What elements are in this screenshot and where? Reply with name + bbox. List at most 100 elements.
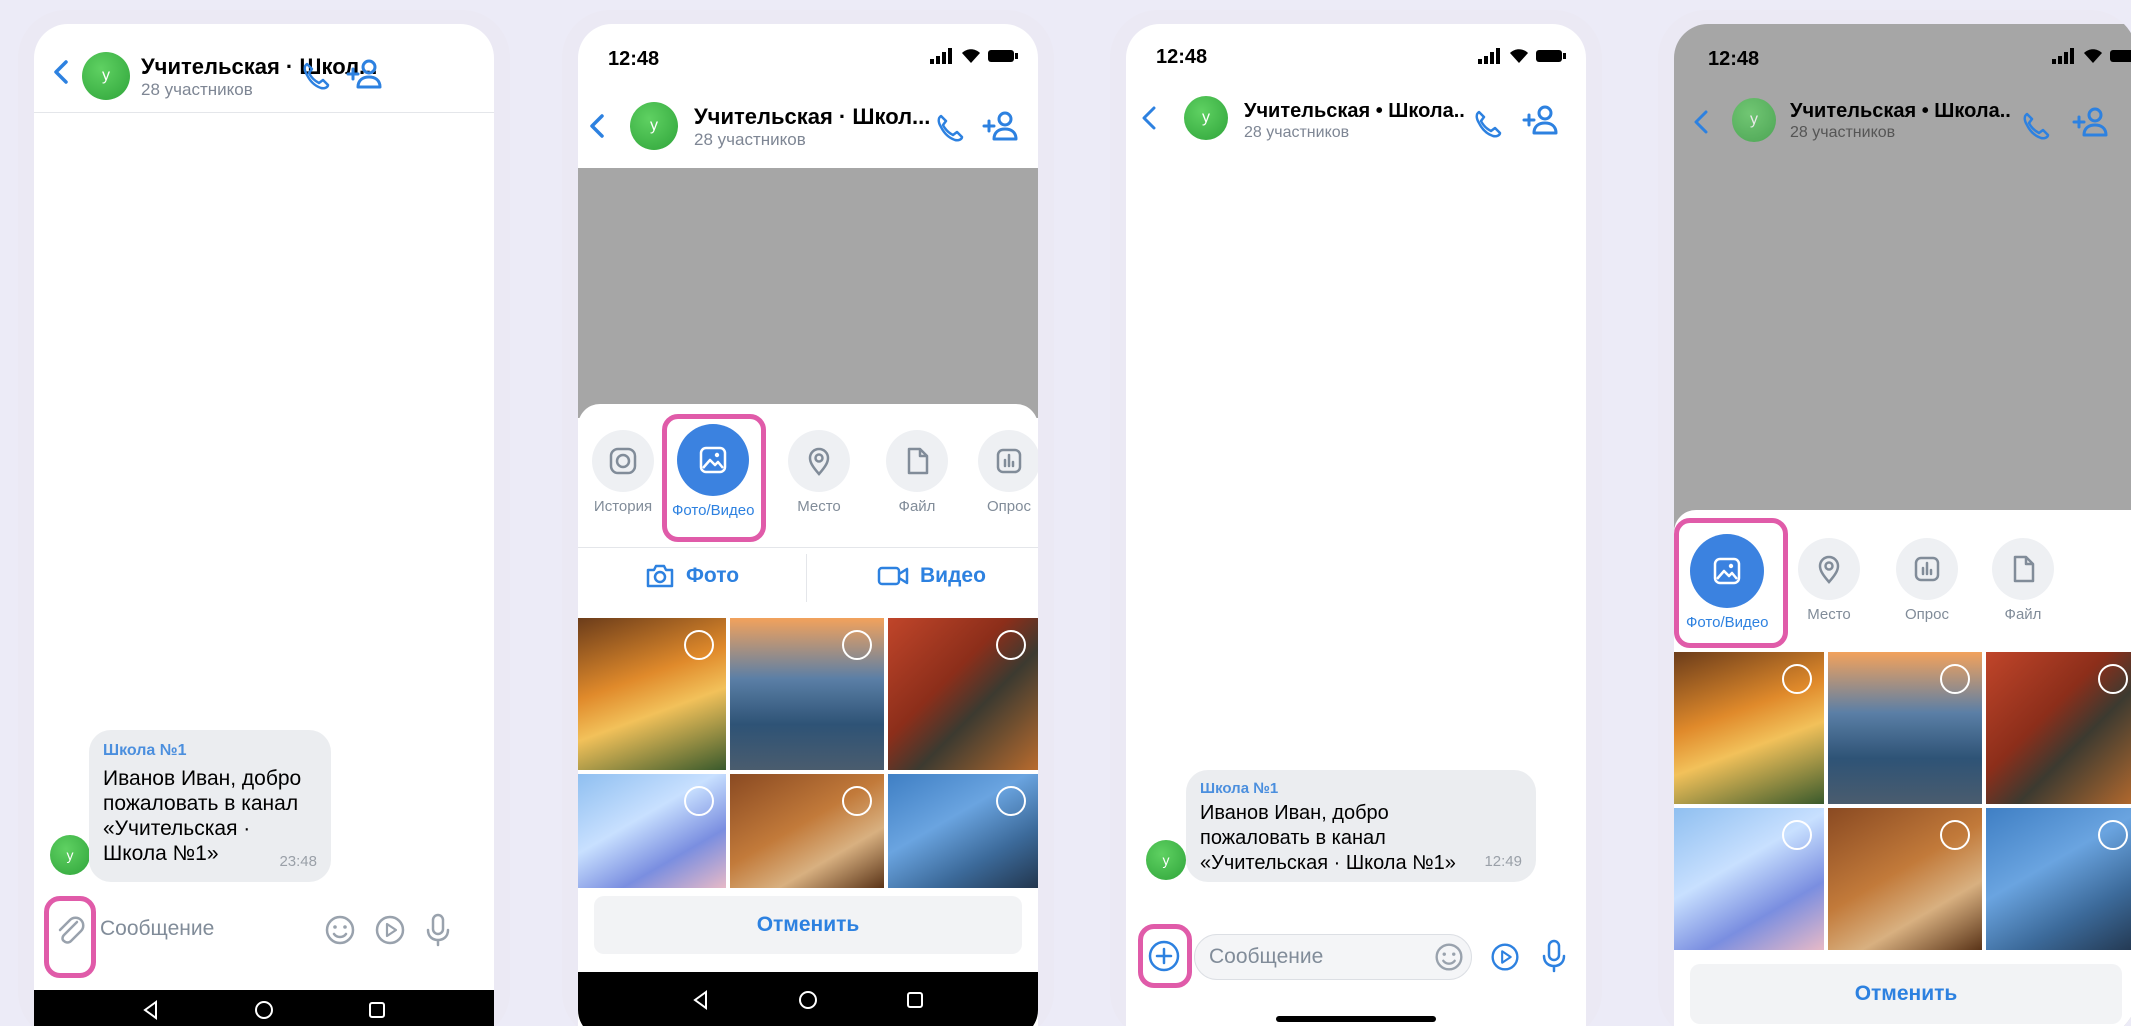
message-sender: Школа №1 (103, 742, 187, 759)
phone-call-icon[interactable] (2016, 106, 2056, 146)
screen-attach-android: 12:48 у Учительская · Школ... 28 участни… (578, 24, 1038, 1026)
camera-icon (646, 564, 674, 588)
back-arrow-icon[interactable] (1682, 102, 1722, 142)
back-arrow-icon[interactable] (42, 52, 82, 92)
sender-avatar[interactable]: у (1146, 840, 1186, 880)
highlight-photo-video (1674, 518, 1788, 648)
wifi-icon (1510, 49, 1528, 63)
phone-call-icon[interactable] (930, 108, 970, 148)
photo-lensball[interactable] (1828, 652, 1982, 804)
nav-home-icon[interactable] (252, 998, 276, 1022)
nav-recents-icon[interactable] (365, 998, 389, 1022)
photo-cat-newspaper[interactable] (730, 774, 884, 888)
attach-label: Место (797, 498, 841, 515)
attach-location[interactable]: Место (1798, 538, 1860, 623)
chat-subtitle: 28 участников (1244, 124, 1350, 141)
screen-chat-android: у Учительская · Школ... 28 участников у … (34, 24, 494, 1026)
wifi-icon (2084, 49, 2102, 63)
chat-subtitle: 28 участников (141, 80, 253, 99)
attach-sheet: История Фото/Видео Место Файл Опрос Фото… (578, 404, 1038, 1026)
attach-file[interactable]: Файл (886, 430, 948, 515)
attach-file[interactable]: Файл (1992, 538, 2054, 623)
chat-avatar[interactable]: у (630, 102, 678, 150)
chat-title[interactable]: Учительская · Школ... (694, 104, 930, 130)
add-member-icon[interactable] (2070, 102, 2110, 142)
message-input[interactable]: Сообщение (1209, 945, 1323, 969)
chat-title[interactable]: Учительская • Школа.. (1244, 100, 1465, 123)
back-arrow-icon[interactable] (578, 106, 618, 146)
video-message-icon[interactable] (370, 910, 410, 950)
phone-call-icon[interactable] (296, 56, 336, 96)
photo-grid (578, 618, 1038, 888)
photo-cat-newspaper[interactable] (1828, 808, 1982, 950)
chat-title[interactable]: Учительская · Школ... (141, 54, 377, 80)
location-icon (1818, 555, 1840, 584)
nav-back-icon[interactable] (139, 998, 163, 1022)
android-nav-bar (34, 990, 494, 1026)
nav-back-icon[interactable] (689, 988, 713, 1012)
message-bubble[interactable]: Школа №1 Иванов Иван, добро пожаловать в… (1186, 770, 1536, 882)
wifi-icon (962, 49, 980, 63)
message-bubble[interactable]: Школа №1 Иванов Иван, добро пожаловать в… (89, 730, 331, 882)
back-arrow-icon[interactable] (1130, 98, 1170, 138)
photo-lensball[interactable] (730, 618, 884, 770)
emoji-icon[interactable] (320, 910, 360, 950)
add-member-icon[interactable] (1520, 100, 1560, 140)
phone-frame-3: 12:48 у Учительская • Школа.. 28 участни… (1110, 10, 1602, 1026)
attach-sheet: Фото/Видео Место Опрос Файл Отменить (1674, 510, 2131, 1026)
highlight-plus (1138, 924, 1192, 988)
video-message-icon[interactable] (1486, 938, 1524, 976)
attach-label: Файл (898, 498, 936, 515)
microphone-icon[interactable] (418, 908, 458, 950)
screen-attach-ios: 12:48 у Учительская • Школа.. 28 участни… (1674, 24, 2131, 1026)
phone-call-icon[interactable] (1468, 104, 1508, 144)
attach-label: Опрос (987, 498, 1031, 515)
cancel-button[interactable]: Отменить (1690, 964, 2122, 1024)
photo-grid (1674, 652, 2131, 950)
dimmed-chat-overlay[interactable] (578, 168, 1038, 418)
add-member-icon[interactable] (980, 106, 1020, 146)
photo-puss-in-boots[interactable] (1674, 652, 1824, 804)
photo-autumn-coffee[interactable] (1986, 652, 2131, 804)
attach-stories[interactable]: История (592, 430, 654, 515)
chat-avatar[interactable]: у (82, 52, 130, 100)
message-text: Иванов Иван, добро пожаловать в канал «У… (103, 767, 302, 865)
chat-title[interactable]: Учительская • Школа.. (1790, 100, 2011, 123)
battery-icon (1536, 50, 1566, 62)
message-time: 23:48 (279, 853, 317, 870)
photo-frog-pilot[interactable] (888, 774, 1038, 888)
file-icon (2013, 555, 2035, 583)
tab-video[interactable]: Видео (876, 562, 986, 590)
message-input[interactable]: Сообщение (100, 917, 214, 941)
signal-icon (2052, 48, 2074, 64)
message-time: 12:49 (1484, 853, 1522, 870)
battery-icon (988, 50, 1018, 62)
tab-photo[interactable]: Фото (644, 562, 739, 590)
nav-recents-icon[interactable] (903, 988, 927, 1012)
phone-frame-4: 12:48 у Учительская • Школа.. 28 участни… (1658, 10, 2131, 1026)
attach-poll[interactable]: Опрос (1896, 538, 1958, 623)
cancel-button[interactable]: Отменить (594, 896, 1022, 954)
photo-frog-pilot[interactable] (1986, 808, 2131, 950)
photo-anime-girl[interactable] (1674, 808, 1824, 950)
microphone-icon[interactable] (1534, 934, 1574, 976)
attach-location[interactable]: Место (788, 430, 850, 515)
home-indicator[interactable] (1276, 1016, 1436, 1022)
emoji-icon[interactable] (1430, 938, 1468, 976)
chat-avatar[interactable]: у (1732, 98, 1776, 142)
chat-subtitle: 28 участников (1790, 124, 1896, 141)
attach-label: Опрос (1905, 606, 1949, 623)
location-icon (808, 447, 830, 476)
poll-icon (996, 448, 1022, 474)
add-member-icon[interactable] (344, 54, 384, 94)
sender-avatar[interactable]: у (50, 835, 90, 875)
attach-poll[interactable]: Опрос (978, 430, 1038, 515)
phone-frame-1: у Учительская · Школ... 28 участников у … (18, 10, 510, 1026)
file-icon (907, 447, 929, 475)
photo-puss-in-boots[interactable] (578, 618, 726, 770)
photo-anime-girl[interactable] (578, 774, 726, 888)
photo-autumn-coffee[interactable] (888, 618, 1038, 770)
attach-label: Место (1807, 606, 1851, 623)
chat-avatar[interactable]: у (1184, 96, 1228, 140)
nav-home-icon[interactable] (796, 988, 820, 1012)
